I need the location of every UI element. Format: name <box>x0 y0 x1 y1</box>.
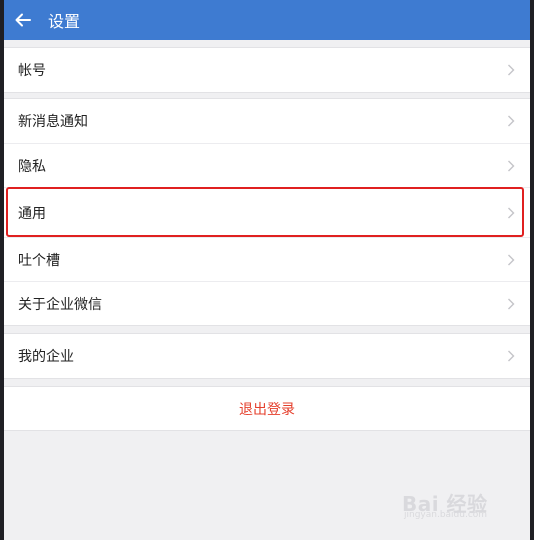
chevron-right-icon <box>504 63 518 77</box>
logout-button[interactable]: 退出登录 <box>4 386 530 431</box>
settings-item-about[interactable]: 关于企业微信 <box>4 281 530 325</box>
arrow-left-icon <box>15 13 31 27</box>
settings-item-label: 帐号 <box>18 63 46 79</box>
settings-item-label: 吐个槽 <box>18 252 60 269</box>
main-settings-group: 新消息通知 隐私 通用 吐个槽 关于企业微信 <box>4 98 530 326</box>
settings-screen: 设置 帐号 新消息通知 隐私 通用 吐个槽 关于企业微信 我的企业 退出登录 B… <box>4 0 530 540</box>
chevron-right-icon <box>504 253 518 267</box>
baidu-watermark: Bai 经验 jingyan.baidu.com <box>402 482 502 526</box>
top-bar: 设置 <box>4 0 530 40</box>
settings-item-account[interactable]: 帐号 <box>4 48 530 92</box>
settings-item-my-enterprise[interactable]: 我的企业 <box>4 334 530 378</box>
settings-item-label: 通用 <box>18 205 46 222</box>
page-title: 设置 <box>48 12 81 31</box>
enterprise-group: 我的企业 <box>4 333 530 379</box>
settings-item-label: 关于企业微信 <box>18 296 102 313</box>
settings-item-general[interactable]: 通用 <box>4 187 530 237</box>
chevron-right-icon <box>504 206 518 220</box>
back-button[interactable] <box>6 0 40 40</box>
settings-item-label: 我的企业 <box>18 349 74 365</box>
account-group: 帐号 <box>4 47 530 93</box>
chevron-right-icon <box>504 349 518 363</box>
settings-item-notifications[interactable]: 新消息通知 <box>4 99 530 143</box>
logout-label: 退出登录 <box>239 401 295 418</box>
settings-item-privacy[interactable]: 隐私 <box>4 143 530 187</box>
chevron-right-icon <box>504 159 518 173</box>
chevron-right-icon <box>504 297 518 311</box>
watermark-subtext: jingyan.baidu.com <box>404 510 488 520</box>
settings-item-label: 隐私 <box>18 158 46 175</box>
settings-item-feedback[interactable]: 吐个槽 <box>4 237 530 281</box>
chevron-right-icon <box>504 114 518 128</box>
settings-item-label: 新消息通知 <box>18 114 88 130</box>
